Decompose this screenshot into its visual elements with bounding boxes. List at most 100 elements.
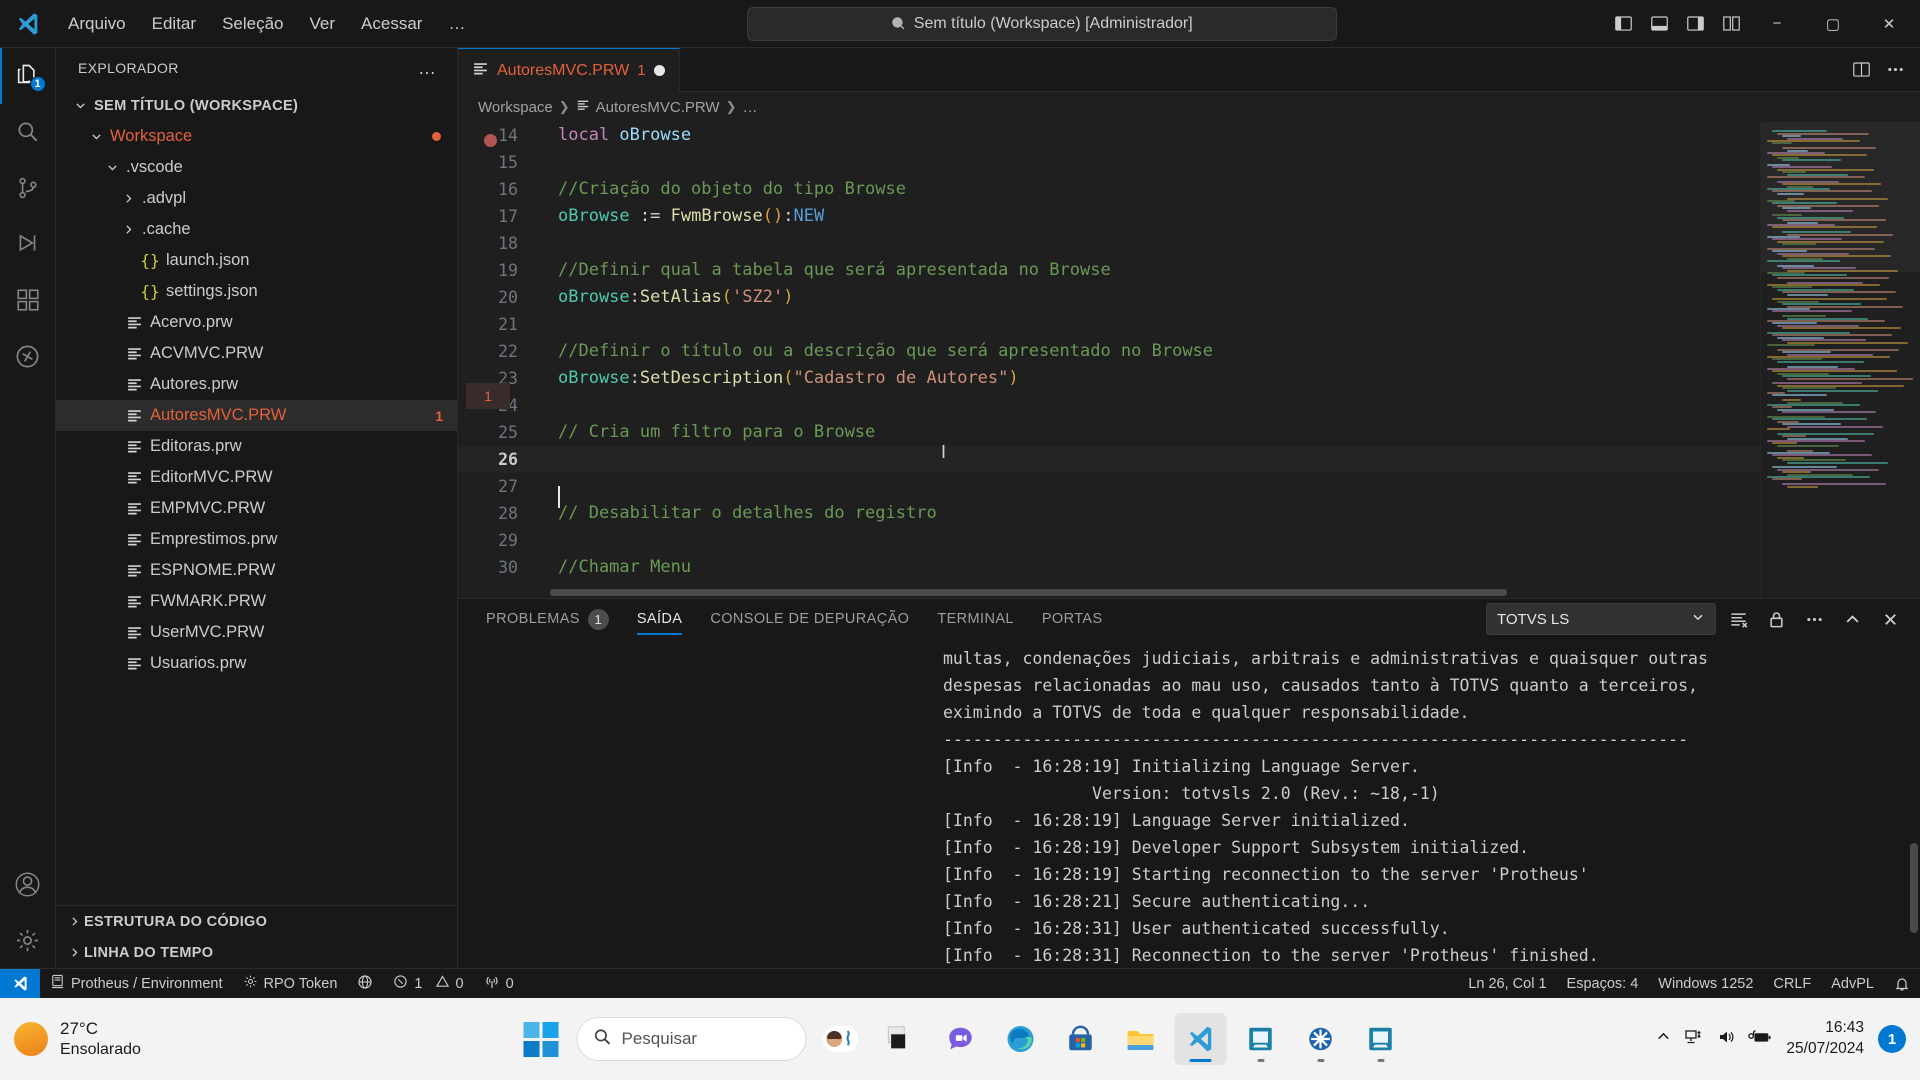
menu-acessar[interactable]: Acessar — [349, 9, 434, 39]
menu-editar[interactable]: Editar — [140, 9, 208, 39]
chevron-up-icon[interactable] — [1655, 1028, 1672, 1050]
breadcrumb-workspace[interactable]: Workspace — [478, 99, 553, 116]
activity-accounts[interactable] — [0, 856, 56, 912]
tree-item-cache[interactable]: .cache — [56, 214, 457, 245]
tree-item-acvmvc-prw[interactable]: ACVMVC.PRW — [56, 338, 457, 369]
code-line[interactable]: 15 — [458, 149, 1760, 176]
code-line[interactable]: 27 — [458, 473, 1760, 500]
tree-item-usuarios-prw[interactable]: Usuarios.prw — [56, 648, 457, 679]
panel-tab-console-de-depura-o[interactable]: CONSOLE DE DEPURAÇÃO — [696, 599, 923, 639]
window-close-button[interactable]: ✕ — [1862, 0, 1916, 48]
activity-totvs[interactable] — [0, 328, 56, 384]
volume-icon[interactable] — [1716, 1027, 1736, 1052]
taskbar-app-copilot-avatar[interactable] — [815, 1013, 867, 1065]
code-line[interactable]: 17 oBrowse := FwmBrowse():NEW — [458, 203, 1760, 230]
tree-item-editoras-prw[interactable]: Editoras.prw — [56, 431, 457, 462]
tree-item-usermvc-prw[interactable]: UserMVC.PRW — [56, 617, 457, 648]
menu-more[interactable]: … — [436, 9, 477, 39]
toggle-panel-icon[interactable] — [1642, 7, 1676, 41]
panel-more-actions-icon[interactable] — [1798, 603, 1830, 635]
window-minimize-button[interactable]: − — [1750, 0, 1804, 48]
taskbar-app-file-explorer[interactable] — [1115, 1013, 1167, 1065]
tree-item-fwmark-prw[interactable]: FWMARK.PRW — [56, 586, 457, 617]
tree-item-settings-json[interactable]: {} settings.json — [56, 276, 457, 307]
panel-tab-sa-da[interactable]: SAÍDA — [623, 599, 697, 639]
tree-item-empmvc-prw[interactable]: EMPMVC.PRW — [56, 493, 457, 524]
notification-badge[interactable]: 1 — [1878, 1025, 1906, 1053]
code-line[interactable]: 28 // Desabilitar o detalhes do registro — [458, 500, 1760, 527]
tree-item-sem-t-tulo-workspace[interactable]: SEM TÍTULO (WORKSPACE) — [56, 90, 457, 121]
toggle-secondary-sidebar-icon[interactable] — [1678, 7, 1712, 41]
status-eol[interactable]: CRLF — [1763, 969, 1821, 999]
minimap[interactable] — [1760, 122, 1920, 598]
window-maximize-button[interactable]: ▢ — [1806, 0, 1860, 48]
output-scrollbar[interactable] — [1908, 639, 1920, 968]
code-line[interactable]: 19 //Definir qual a tabela que será apres… — [458, 257, 1760, 284]
breakpoint-indicator[interactable] — [484, 134, 497, 147]
panel-tab-terminal[interactable]: TERMINAL — [923, 599, 1028, 639]
command-center[interactable]: Sem título (Workspace) [Administrador] — [746, 6, 1337, 41]
taskbar-clock[interactable]: 16:43 25/07/2024 — [1786, 1018, 1864, 1060]
remote-window-indicator[interactable] — [0, 968, 40, 999]
windows-start-icon[interactable] — [514, 1016, 569, 1063]
activity-explorer[interactable]: 1 — [0, 48, 56, 104]
taskbar-app-chat[interactable] — [935, 1013, 987, 1065]
panel-tab-portas[interactable]: PORTAS — [1028, 599, 1117, 639]
explorer-more-actions[interactable]: … — [418, 58, 445, 79]
tree-item-acervo-prw[interactable]: Acervo.prw — [56, 307, 457, 338]
breadcrumb-symbol[interactable]: … — [743, 99, 758, 116]
tree-item-espnome-prw[interactable]: ESPNOME.PRW — [56, 555, 457, 586]
taskbar-app-microsoft-edge[interactable] — [995, 1013, 1047, 1065]
taskbar-app-visual-studio-code[interactable] — [1174, 1013, 1227, 1065]
status-protheus-environment[interactable]: Protheus / Environment — [40, 969, 233, 999]
taskbar-search-box[interactable]: Pesquisar — [576, 1017, 807, 1061]
editor-more-actions-icon[interactable] — [1880, 55, 1910, 85]
section-estrutura-do-codigo[interactable]: ESTRUTURA DO CÓDIGO — [56, 906, 457, 937]
status-problems[interactable]: 1 0 — [383, 969, 473, 999]
taskbar-weather-widget[interactable]: 27°C Ensolarado — [14, 1018, 141, 1059]
code-line[interactable]: 30 //Chamar Menu — [458, 554, 1760, 581]
tree-item-emprestimos-prw[interactable]: Emprestimos.prw — [56, 524, 457, 555]
status-ports[interactable]: 0 — [474, 969, 524, 999]
status-encoding[interactable]: Windows 1252 — [1648, 969, 1763, 999]
code-line[interactable]: 21 — [458, 311, 1760, 338]
tree-item-vscode[interactable]: .vscode — [56, 152, 457, 183]
code-line[interactable]: 24 — [458, 392, 1760, 419]
tree-item-editormvc-prw[interactable]: EditorMVC.PRW — [56, 462, 457, 493]
code-line[interactable]: 29 — [458, 527, 1760, 554]
clear-output-icon[interactable] — [1722, 603, 1754, 635]
taskbar-app-remote-desktop-2[interactable] — [1355, 1013, 1407, 1065]
activity-settings-gear-icon[interactable] — [0, 912, 56, 968]
tab-dirty-indicator[interactable] — [653, 65, 665, 76]
network-icon[interactable] — [1684, 1027, 1704, 1052]
code-line[interactable]: 25 // Cria um filtro para o Browse — [458, 419, 1760, 446]
menu-selecao[interactable]: Seleção — [210, 9, 295, 39]
activity-extensions[interactable] — [0, 272, 56, 328]
code-line[interactable]: 14 local oBrowse — [458, 122, 1760, 149]
panel-tab-problemas[interactable]: PROBLEMAS 1 — [472, 599, 623, 639]
output-channel-select[interactable]: TOTVS LS — [1486, 603, 1716, 635]
code-editor[interactable]: 14 local oBrowse 15 16 //Criação do objeto d… — [458, 122, 1920, 598]
editor-horizontal-scrollbar[interactable] — [550, 586, 1590, 598]
tree-item-autores-prw[interactable]: Autores.prw — [56, 369, 457, 400]
toggle-primary-sidebar-icon[interactable] — [1606, 7, 1640, 41]
battery-charging-icon[interactable] — [1748, 1027, 1772, 1052]
status-cursor-position[interactable]: Ln 26, Col 1 — [1458, 969, 1556, 999]
output-view[interactable]: multas, condenações judiciais, arbitrais… — [458, 639, 1920, 968]
close-panel-icon[interactable] — [1874, 603, 1906, 635]
editor-tab-autoresmvc[interactable]: AutoresMVC.PRW 1 — [458, 48, 680, 92]
code-line[interactable]: 23 oBrowse:SetDescription("Cadastro de Au… — [458, 365, 1760, 392]
taskbar-app-microsoft-store[interactable] — [1055, 1013, 1107, 1065]
status-indentation[interactable]: Espaços: 4 — [1557, 969, 1649, 999]
section-linha-do-tempo[interactable]: LINHA DO TEMPO — [56, 937, 457, 968]
menu-arquivo[interactable]: Arquivo — [56, 9, 138, 39]
activity-search[interactable] — [0, 104, 56, 160]
activity-run-debug[interactable] — [0, 216, 56, 272]
code-line[interactable]: 26 — [458, 446, 1760, 473]
tree-item-advpl[interactable]: .advpl — [56, 183, 457, 214]
code-line[interactable]: 16 //Criação do objeto do tipo Browse — [458, 176, 1760, 203]
maximize-panel-icon[interactable] — [1836, 603, 1868, 635]
taskbar-app-task-view[interactable] — [875, 1013, 927, 1065]
tree-item-workspace[interactable]: Workspace — [56, 121, 457, 152]
split-editor-icon[interactable] — [1846, 55, 1876, 85]
